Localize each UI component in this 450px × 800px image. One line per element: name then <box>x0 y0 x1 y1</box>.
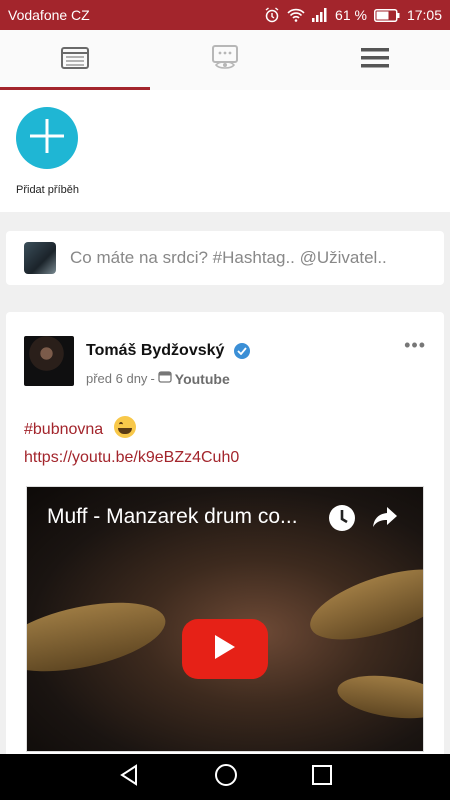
chat-eye-icon <box>212 44 238 76</box>
play-button[interactable] <box>182 619 268 679</box>
tab-bar <box>0 30 450 90</box>
tab-menu[interactable] <box>300 30 450 90</box>
verified-badge-icon <box>234 343 251 359</box>
browser-window-icon <box>61 46 89 74</box>
author-name[interactable]: Tomáš Bydžovský <box>86 342 224 360</box>
author-name-row: Tomáš Bydžovský <box>86 342 251 360</box>
avatar <box>24 242 56 274</box>
home-icon[interactable] <box>214 763 238 792</box>
post-meta: před 6 dny - Youtube <box>86 370 230 387</box>
cymbal-bottom <box>334 669 423 725</box>
carrier-name: Vodafone CZ <box>8 7 90 23</box>
youtube-small-icon <box>158 370 172 387</box>
add-story-label: Přidat příběh <box>16 184 79 196</box>
recents-icon[interactable] <box>312 764 332 790</box>
play-triangle-icon <box>213 634 237 665</box>
alarm-icon <box>264 7 280 23</box>
video-embed[interactable]: Muff - Manzarek drum co... <box>26 486 424 752</box>
share-arrow-icon[interactable] <box>371 505 399 534</box>
back-icon[interactable] <box>118 763 140 791</box>
video-title: Muff - Manzarek drum co... <box>47 505 298 528</box>
cymbal-right <box>302 555 423 654</box>
tab-chat[interactable] <box>150 30 300 90</box>
hamburger-menu-icon <box>361 47 389 73</box>
clock-time: 17:05 <box>406 7 442 23</box>
grinning-emoji-icon <box>113 416 136 438</box>
post-body: #bubnovna <box>24 416 136 441</box>
composer-placeholder: Co máte na srdci? #Hashtag.. @Uživatel.. <box>70 248 387 267</box>
post-hashtag[interactable]: #bubnovna <box>24 421 103 438</box>
add-story-button[interactable] <box>16 107 78 169</box>
signal-icon <box>312 8 328 22</box>
system-navigation-bar <box>0 754 450 800</box>
wifi-icon <box>287 8 305 22</box>
battery-level: 61 % <box>335 7 367 23</box>
post-source[interactable]: Youtube <box>175 371 230 387</box>
battery-icon <box>373 8 400 22</box>
more-options-icon[interactable]: ••• <box>404 336 426 354</box>
author-avatar[interactable] <box>24 336 74 386</box>
meta-separator: - <box>150 371 155 386</box>
plus-icon <box>30 118 64 158</box>
watch-later-clock-icon[interactable] <box>327 503 357 538</box>
post-composer[interactable]: Co máte na srdci? #Hashtag.. @Uživatel.. <box>6 231 444 285</box>
feed-post: Tomáš Bydžovský před 6 dny - Youtube •••… <box>6 312 444 762</box>
tab-feed[interactable] <box>0 30 150 90</box>
post-link[interactable]: https://youtu.be/k9eBZz4Cuh0 <box>24 449 239 467</box>
cymbal-left <box>27 589 172 685</box>
status-bar: Vodafone CZ 61 % 17:05 <box>0 0 450 30</box>
stories-section: Přidat příběh <box>0 90 450 212</box>
post-time: před 6 dny <box>86 371 148 386</box>
